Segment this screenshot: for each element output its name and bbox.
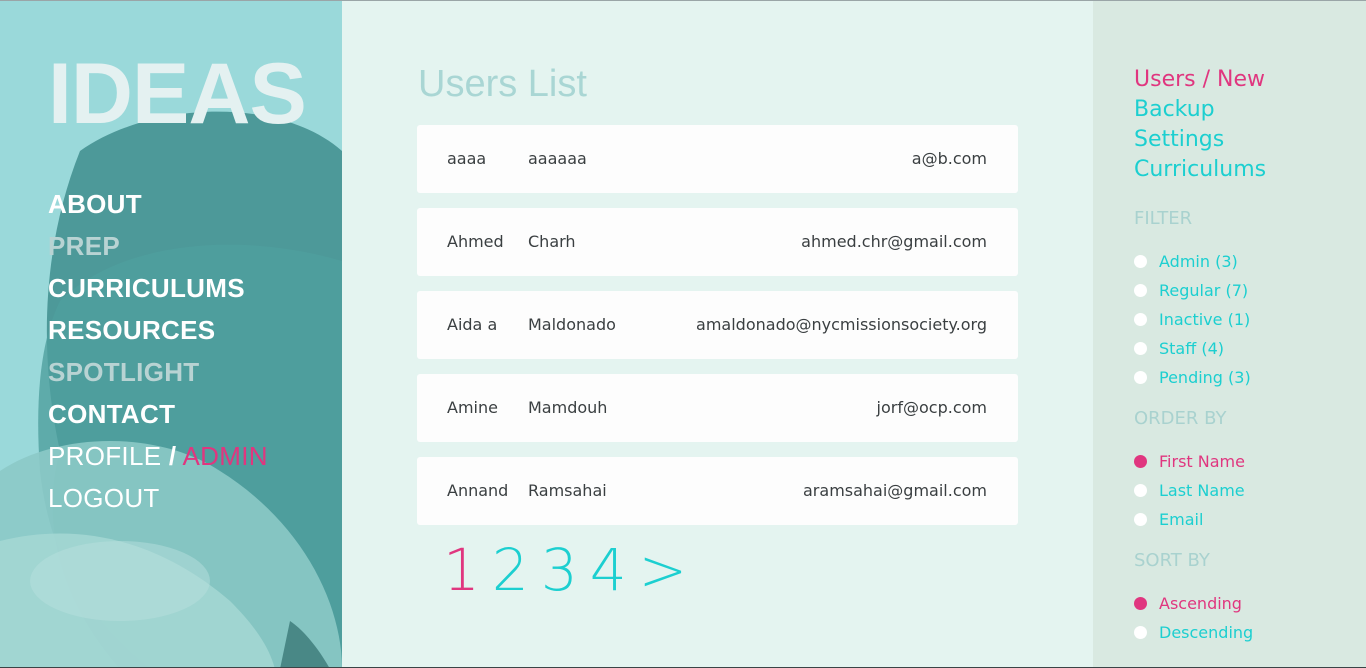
nav-admin[interactable]: ADMIN: [183, 441, 268, 471]
radio-icon: [1134, 342, 1147, 355]
user-last-name: aaaaaa: [528, 149, 587, 168]
users-new-link[interactable]: Users / New: [1134, 65, 1266, 95]
order-option-email[interactable]: Email: [1134, 505, 1245, 534]
nav-profile[interactable]: PROFILE: [48, 441, 161, 471]
filter-option-inactive[interactable]: Inactive (1): [1134, 305, 1251, 334]
user-email: amaldonado@nycmissionsociety.org: [696, 315, 987, 334]
user-row[interactable]: Aida a Maldonado amaldonado@nycmissionso…: [417, 291, 1018, 359]
radio-icon: [1134, 371, 1147, 384]
order-option-first-name[interactable]: First Name: [1134, 447, 1245, 476]
user-last-name: Mamdouh: [528, 398, 608, 417]
filter-option-pending[interactable]: Pending (3): [1134, 363, 1251, 392]
nav-logout[interactable]: LOGOUT: [48, 477, 268, 519]
nav-profile-admin: PROFILE / ADMIN: [48, 435, 268, 477]
radio-icon: [1134, 484, 1147, 497]
page-link-1[interactable]: 1: [443, 536, 480, 604]
nav-separator: /: [168, 441, 177, 471]
user-last-name: Ramsahai: [528, 481, 607, 500]
option-label: Email: [1159, 510, 1204, 529]
option-label: Last Name: [1159, 481, 1245, 500]
radio-selected-icon: [1134, 455, 1147, 468]
next-page-link[interactable]: >: [639, 536, 688, 604]
nav-resources[interactable]: RESOURCES: [48, 309, 268, 351]
user-email: aramsahai@gmail.com: [803, 481, 987, 500]
user-row[interactable]: aaaa aaaaaa a@b.com: [417, 125, 1018, 193]
sort-by-heading: SORT BY: [1134, 550, 1210, 571]
user-first-name: aaaa: [447, 149, 487, 168]
page: IDEAS ABOUT PREP CURRICULUMS RESOURCES S…: [0, 0, 1366, 668]
nav-spotlight[interactable]: SPOTLIGHT: [48, 351, 268, 393]
page-link-2[interactable]: 2: [492, 536, 529, 604]
main-content: Users List aaaa aaaaaa a@b.com Ahmed Cha…: [342, 1, 1093, 667]
option-label: Admin (3): [1159, 252, 1238, 271]
user-row[interactable]: Ahmed Charh ahmed.chr@gmail.com: [417, 208, 1018, 276]
right-panel: Users / New Backup Settings Curriculums …: [1093, 1, 1366, 667]
filter-option-admin[interactable]: Admin (3): [1134, 247, 1251, 276]
option-label: Pending (3): [1159, 368, 1251, 387]
user-first-name: Annand: [447, 481, 509, 500]
user-last-name: Maldonado: [528, 315, 616, 334]
order-by-heading: ORDER BY: [1134, 408, 1227, 429]
admin-links: Users / New Backup Settings Curriculums: [1134, 65, 1266, 185]
radio-icon: [1134, 313, 1147, 326]
page-title: Users List: [418, 63, 587, 105]
left-sidebar: IDEAS ABOUT PREP CURRICULUMS RESOURCES S…: [0, 1, 342, 667]
option-label: Descending: [1159, 623, 1254, 642]
filter-options: Admin (3) Regular (7) Inactive (1) Staff…: [1134, 247, 1251, 392]
option-label: Staff (4): [1159, 339, 1225, 358]
order-option-last-name[interactable]: Last Name: [1134, 476, 1245, 505]
user-email: a@b.com: [911, 149, 987, 168]
settings-link[interactable]: Settings: [1134, 125, 1266, 155]
user-email: ahmed.chr@gmail.com: [801, 232, 987, 251]
radio-icon: [1134, 284, 1147, 297]
sort-option-descending[interactable]: Descending: [1134, 618, 1253, 647]
nav-curriculums[interactable]: CURRICULUMS: [48, 267, 268, 309]
main-nav: ABOUT PREP CURRICULUMS RESOURCES SPOTLIG…: [48, 183, 268, 519]
nav-about[interactable]: ABOUT: [48, 183, 268, 225]
filter-option-regular[interactable]: Regular (7): [1134, 276, 1251, 305]
nav-contact[interactable]: CONTACT: [48, 393, 268, 435]
curriculums-link[interactable]: Curriculums: [1134, 155, 1266, 185]
user-first-name: Aida a: [447, 315, 498, 334]
radio-icon: [1134, 513, 1147, 526]
filter-heading: FILTER: [1134, 208, 1193, 229]
backup-link[interactable]: Backup: [1134, 95, 1266, 125]
page-link-4[interactable]: 4: [590, 536, 627, 604]
option-label: First Name: [1159, 452, 1245, 471]
option-label: Ascending: [1159, 594, 1242, 613]
nav-prep[interactable]: PREP: [48, 225, 268, 267]
sort-option-ascending[interactable]: Ascending: [1134, 589, 1253, 618]
logo[interactable]: IDEAS: [48, 51, 307, 137]
page-link-3[interactable]: 3: [541, 536, 578, 604]
order-by-options: First Name Last Name Email: [1134, 447, 1245, 534]
user-email: jorf@ocp.com: [876, 398, 987, 417]
user-first-name: Ahmed: [447, 232, 504, 251]
pagination: 1 2 3 4 >: [443, 541, 699, 599]
user-last-name: Charh: [528, 232, 576, 251]
user-row[interactable]: Annand Ramsahai aramsahai@gmail.com: [417, 457, 1018, 525]
user-first-name: Amine: [447, 398, 498, 417]
radio-icon: [1134, 626, 1147, 639]
user-row[interactable]: Amine Mamdouh jorf@ocp.com: [417, 374, 1018, 442]
radio-icon: [1134, 255, 1147, 268]
sort-by-options: Ascending Descending: [1134, 589, 1253, 647]
users-list: aaaa aaaaaa a@b.com Ahmed Charh ahmed.ch…: [417, 125, 1018, 540]
option-label: Regular (7): [1159, 281, 1249, 300]
option-label: Inactive (1): [1159, 310, 1251, 329]
filter-option-staff[interactable]: Staff (4): [1134, 334, 1251, 363]
radio-selected-icon: [1134, 597, 1147, 610]
